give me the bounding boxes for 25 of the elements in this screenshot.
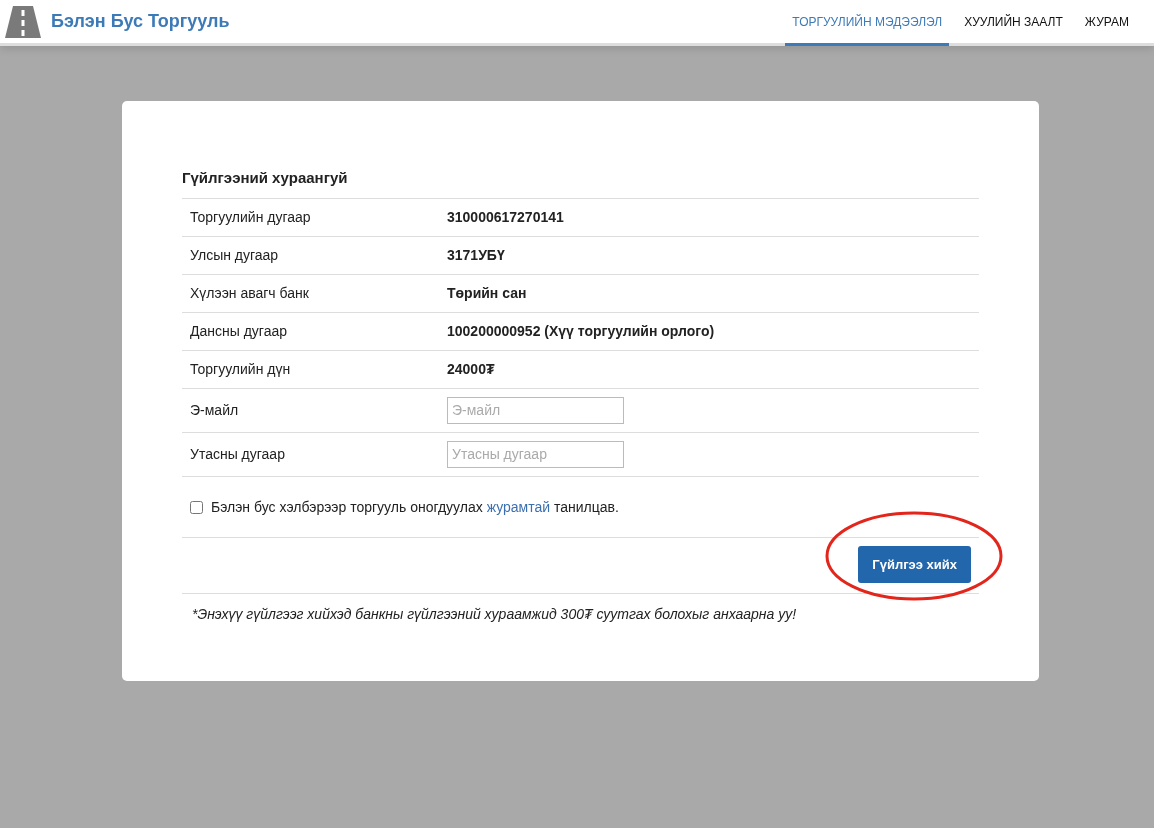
input-field[interactable]: Э-майл: [447, 396, 624, 424]
field-label: Торгуулийн дугаар: [190, 207, 312, 227]
field-label: Хүлээн авагч банк: [190, 283, 310, 303]
nav-link[interactable]: ХУУЛИЙН ЗААЛТ: [957, 0, 1070, 46]
agreement-text: Бэлэн бус хэлбэрээр торгууль оногдуулах журамтай танилцав.: [211, 497, 619, 517]
field-label: Улсын дугаар: [190, 245, 280, 265]
field-label: Торгуулийн дүн: [190, 359, 292, 379]
site-title: Бэлэн Бус Торгууль: [51, 10, 230, 33]
section-title: Гүйлгээний хураангуй: [182, 167, 979, 199]
agreement-checkbox[interactable]: [190, 500, 203, 514]
field-label: Утасны дугаар: [190, 444, 286, 464]
rules-link[interactable]: журамтай: [486, 498, 551, 515]
input-field[interactable]: Утасны дугаар: [447, 440, 624, 468]
road-logo-icon: [5, 5, 41, 38]
submit-button[interactable]: Гүйлгээ хийх: [858, 545, 971, 583]
field-value: Төрийн сан: [447, 283, 527, 303]
field-value: 24000₮: [447, 359, 495, 379]
field-value: 3171УБҮ: [447, 245, 505, 265]
nav-link[interactable]: ТОРГУУЛИЙН МЭДЭЭЛЭЛ: [785, 0, 950, 46]
field-value: 310000617270141: [447, 207, 564, 227]
field-label: Дансны дугаар: [190, 321, 288, 341]
field-value: 100200000952 (Хүү торгуулийн орлого): [447, 321, 715, 341]
field-label: Э-майл: [190, 400, 240, 420]
fee-note: *Энэхүү гүйлгээг хийхэд банкны гүйлгээний хураамжид 300₮ суутгах болохыг анхаарна уу!: [191, 605, 798, 624]
nav-link[interactable]: ЖУРАМ: [1077, 0, 1136, 46]
